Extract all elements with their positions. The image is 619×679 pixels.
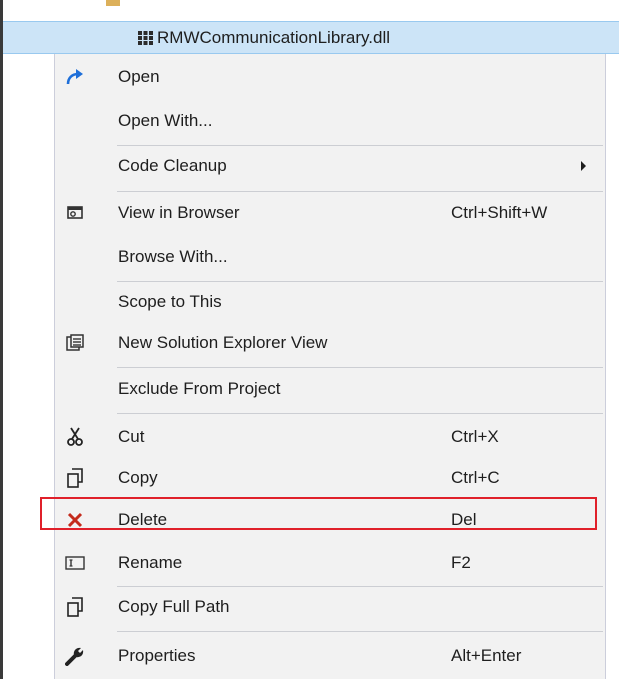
menu-item-scope-to-this[interactable]: Scope to This: [55, 280, 605, 324]
menu-item-browse-with[interactable]: Browse With...: [55, 235, 605, 279]
menu-item-rename[interactable]: Rename F2: [55, 541, 605, 585]
menu-item-exclude-from-project[interactable]: Exclude From Project: [55, 367, 605, 411]
menu-item-label: Open With...: [118, 111, 213, 130]
delete-highlight-outline: [40, 497, 597, 530]
submenu-arrow-icon: [581, 161, 586, 171]
menu-item-label: Cut: [118, 427, 145, 446]
menu-item-label: Exclude From Project: [118, 379, 281, 398]
menu-item-shortcut: Ctrl+C: [451, 468, 500, 487]
menu-item-label: Scope to This: [118, 292, 222, 311]
left-window-border: [0, 0, 3, 679]
folder-icon: [106, 0, 120, 6]
selected-file-name: RMWCommunicationLibrary.dll: [157, 28, 391, 47]
menu-item-label: New Solution Explorer View: [118, 333, 328, 352]
menu-item-properties[interactable]: Properties Alt+Enter: [55, 634, 605, 678]
menu-item-shortcut: Alt+Enter: [451, 646, 522, 665]
menu-item-copy-full-path[interactable]: Copy Full Path: [55, 585, 605, 629]
browser-icon: [63, 202, 87, 224]
menu-item-label: Copy: [118, 468, 158, 487]
menu-item-open-with[interactable]: Open With...: [55, 99, 605, 143]
menu-item-label: View in Browser: [118, 203, 240, 222]
wrench-icon: [63, 645, 87, 667]
cut-off-tree-label: [127, 0, 157, 6]
menu-item-copy[interactable]: Copy Ctrl+C: [55, 456, 605, 500]
menu-item-label: Browse With...: [118, 247, 228, 266]
menu-separator: [117, 631, 603, 632]
menu-item-view-in-browser[interactable]: View in Browser Ctrl+Shift+W: [55, 191, 605, 235]
menu-item-code-cleanup[interactable]: Code Cleanup: [55, 144, 605, 188]
new-explorer-view-icon: [63, 332, 87, 354]
menu-item-label: Properties: [118, 646, 196, 665]
rename-icon: [63, 552, 87, 574]
menu-item-label: Copy Full Path: [118, 597, 230, 616]
context-menu: Open Open With... Code Cleanup View in B…: [54, 54, 606, 679]
open-arrow-icon: [63, 66, 87, 88]
menu-item-label: Rename: [118, 553, 183, 572]
menu-separator: [117, 413, 603, 414]
menu-item-shortcut: Ctrl+Shift+W: [451, 203, 548, 222]
menu-item-new-solution-explorer-view[interactable]: New Solution Explorer View: [55, 321, 605, 365]
dll-file-icon: [138, 31, 153, 45]
menu-item-shortcut: Ctrl+X: [451, 427, 499, 446]
scissors-icon: [63, 426, 87, 448]
menu-item-label: Open: [118, 67, 160, 86]
tree-top-strip: [3, 0, 619, 21]
copy-path-icon: [63, 596, 87, 618]
solution-explorer-selected-file[interactable]: RMWCommunicationLibrary.dll: [3, 21, 619, 54]
copy-icon: [63, 467, 87, 489]
menu-item-label: Code Cleanup: [118, 156, 227, 175]
menu-item-cut[interactable]: Cut Ctrl+X: [55, 415, 605, 459]
menu-item-open[interactable]: Open: [55, 55, 605, 99]
menu-item-shortcut: F2: [451, 553, 471, 572]
